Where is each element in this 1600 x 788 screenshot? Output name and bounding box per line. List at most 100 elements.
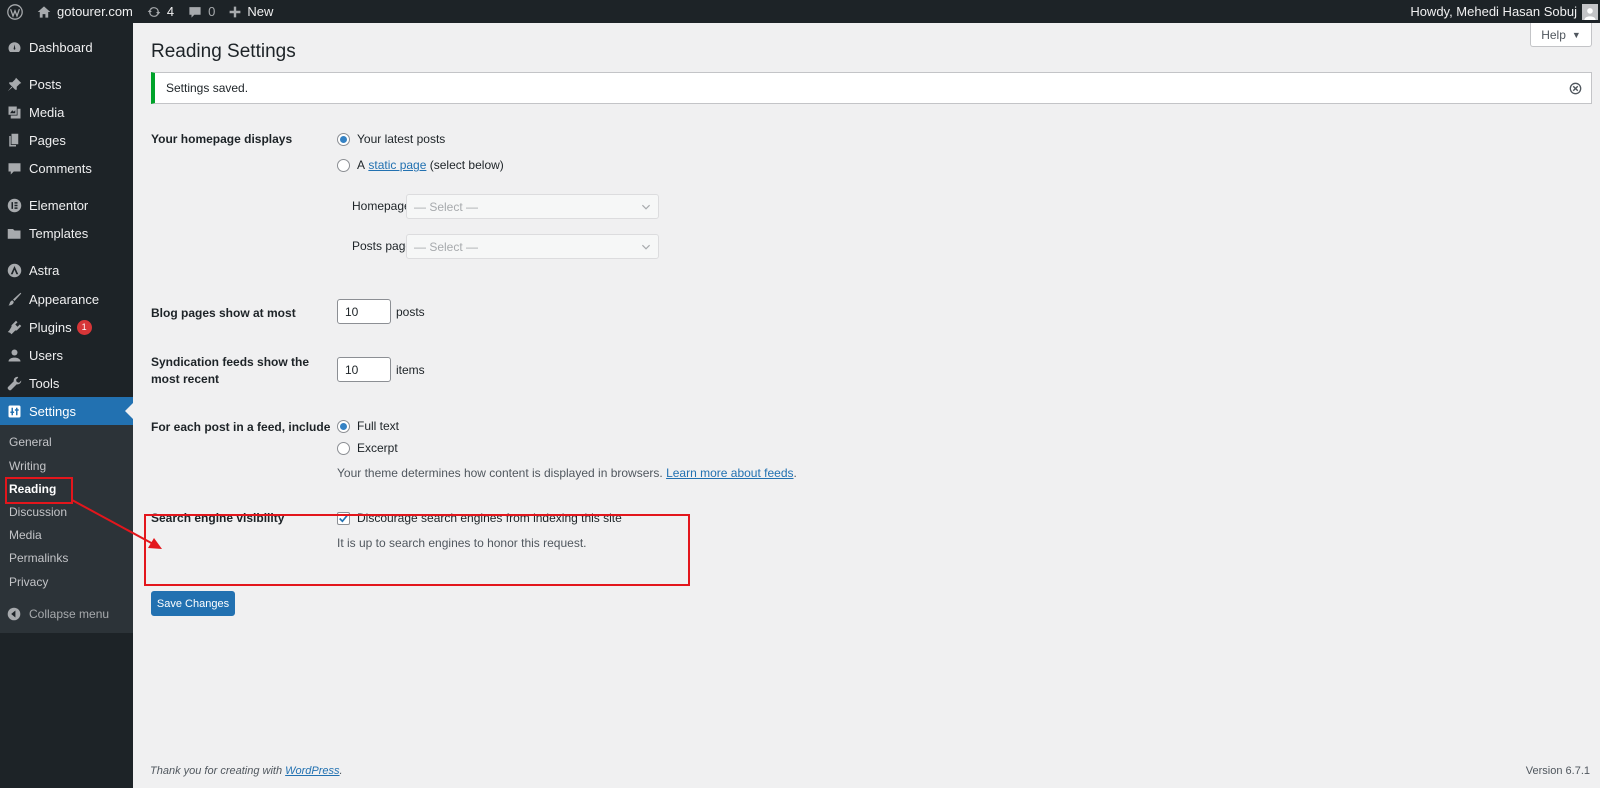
- feed-description: Your theme determines how content is dis…: [337, 466, 797, 480]
- sidebar-item-label: Media: [29, 104, 65, 120]
- sidebar-item-label: Templates: [29, 225, 89, 241]
- howdy-text: Howdy, Mehedi Hasan Sobuj: [1410, 4, 1577, 19]
- pages-icon: [6, 132, 22, 148]
- notice-text: Settings saved.: [166, 81, 249, 95]
- elementor-icon: [6, 197, 22, 213]
- updates-count: 4: [166, 4, 175, 19]
- submenu-discussion[interactable]: Discussion: [9, 503, 67, 521]
- chevron-down-icon: [641, 204, 651, 210]
- comment-icon: [6, 160, 22, 176]
- sidebar-item-plugins[interactable]: Plugins 1: [0, 313, 133, 341]
- help-label: Help: [1541, 27, 1566, 42]
- collapse-label: Collapse menu: [29, 607, 110, 621]
- option-full-text-label: Full text: [357, 419, 400, 433]
- radio-latest-posts[interactable]: [337, 132, 350, 146]
- posts-page-select[interactable]: — Select —: [406, 234, 659, 259]
- sidebar-item-users[interactable]: Users: [0, 341, 133, 369]
- settings-icon: [6, 403, 22, 419]
- blog-pages-input[interactable]: 10: [337, 299, 391, 324]
- sidebar-item-tools[interactable]: Tools: [0, 369, 133, 397]
- admin-bar: gotourer.com 4 0 New Howdy, Mehedi Hasan…: [0, 0, 1600, 23]
- annotation-highlight-reading: [5, 477, 73, 504]
- save-changes-button[interactable]: Save Changes: [151, 591, 235, 616]
- new-label: New: [247, 4, 274, 19]
- collapse-arrow-icon: [7, 607, 21, 621]
- option-static-page[interactable]: A static page (select below): [337, 158, 504, 172]
- comments-link[interactable]: 0: [181, 0, 222, 23]
- main-content: Help ▼ Reading Settings Settings saved. …: [133, 23, 1600, 788]
- option-latest-posts[interactable]: Your latest posts: [337, 132, 445, 146]
- updates-link[interactable]: 4: [140, 0, 181, 23]
- submenu-general[interactable]: General: [9, 433, 52, 451]
- sidebar-item-comments[interactable]: Comments: [0, 154, 133, 182]
- footer-period: .: [339, 765, 343, 777]
- updates-icon: [147, 6, 161, 17]
- dismiss-icon[interactable]: [1569, 82, 1582, 95]
- collapse-menu-button[interactable]: Collapse menu: [0, 604, 109, 624]
- my-account-link[interactable]: Howdy, Mehedi Hasan Sobuj: [1410, 0, 1600, 23]
- sidebar-item-label: Appearance: [29, 291, 100, 307]
- submenu-writing[interactable]: Writing: [9, 457, 46, 475]
- sidebar-item-label: Comments: [29, 160, 92, 176]
- plugins-update-badge: 1: [76, 319, 92, 335]
- homepage-select[interactable]: — Select —: [406, 194, 659, 219]
- caret-down-icon: ▼: [1571, 29, 1581, 40]
- syndication-field: 10 items: [337, 357, 425, 382]
- user-icon: [6, 347, 22, 363]
- plus-icon: [229, 6, 241, 17]
- media-icon: [6, 104, 22, 120]
- radio-static-page[interactable]: [337, 158, 350, 172]
- sidebar-item-label: Elementor: [29, 197, 89, 213]
- feed-include-label: For each post in a feed, include: [151, 420, 331, 434]
- option-excerpt-label: Excerpt: [357, 441, 398, 455]
- sidebar-item-astra[interactable]: Astra: [0, 256, 133, 284]
- astra-icon: [6, 262, 22, 278]
- new-content-link[interactable]: New: [222, 0, 280, 23]
- comment-icon: [189, 6, 201, 18]
- submenu-privacy[interactable]: Privacy: [9, 573, 48, 591]
- blog-pages-unit: posts: [396, 304, 425, 319]
- chevron-down-icon: [641, 244, 651, 250]
- posts-page-select-value: — Select —: [414, 239, 479, 254]
- radio-excerpt[interactable]: [337, 441, 350, 455]
- sidebar-item-pages[interactable]: Pages: [0, 126, 133, 154]
- sidebar-item-templates[interactable]: Templates: [0, 219, 133, 247]
- option-excerpt[interactable]: Excerpt: [337, 441, 398, 455]
- syndication-input[interactable]: 10: [337, 357, 391, 382]
- blog-pages-label: Blog pages show at most: [151, 306, 296, 320]
- sidebar-item-label: Tools: [29, 375, 60, 391]
- radio-full-text[interactable]: [337, 419, 350, 433]
- learn-more-feeds-link[interactable]: Learn more about feeds: [666, 466, 793, 480]
- sidebar-item-appearance[interactable]: Appearance: [0, 285, 133, 313]
- wordpress-logo-icon[interactable]: [0, 0, 30, 23]
- sidebar-item-media[interactable]: Media: [0, 98, 133, 126]
- sidebar-item-label: Pages: [29, 132, 66, 148]
- sidebar-item-elementor[interactable]: Elementor: [0, 191, 133, 219]
- wordpress-link[interactable]: WordPress: [285, 765, 339, 777]
- blog-pages-field: 10 posts: [337, 299, 425, 324]
- static-page-link[interactable]: static page: [368, 158, 426, 172]
- option-static-prefix: A: [357, 158, 366, 172]
- sidebar-item-label: Astra: [29, 262, 60, 278]
- help-tab-button[interactable]: Help ▼: [1530, 23, 1592, 47]
- annotation-highlight-search-visibility: [144, 514, 690, 586]
- sidebar-item-posts[interactable]: Posts: [0, 70, 133, 98]
- admin-sidebar: Dashboard Posts Media Pages Comments Ele…: [0, 23, 133, 788]
- option-full-text[interactable]: Full text: [337, 419, 399, 433]
- syndication-label: Syndication feeds show the most recent: [151, 355, 310, 386]
- pin-icon: [6, 76, 22, 92]
- submenu-media[interactable]: Media: [9, 526, 42, 544]
- option-static-suffix: (select below): [429, 158, 504, 172]
- settings-saved-notice: Settings saved.: [151, 72, 1592, 104]
- sidebar-item-label: Settings: [29, 403, 76, 419]
- wrench-icon: [6, 375, 22, 391]
- sidebar-item-dashboard[interactable]: Dashboard: [0, 33, 133, 61]
- page-title: Reading Settings: [151, 41, 296, 62]
- sidebar-item-label: Plugins: [29, 319, 72, 335]
- footer-thanks: Thank you for creating with WordPress.: [150, 765, 343, 777]
- site-name-link[interactable]: gotourer.com: [30, 0, 140, 23]
- comments-count: 0: [208, 4, 216, 19]
- plug-icon: [6, 319, 22, 335]
- sidebar-item-settings[interactable]: Settings: [0, 397, 133, 425]
- submenu-permalinks[interactable]: Permalinks: [9, 549, 68, 567]
